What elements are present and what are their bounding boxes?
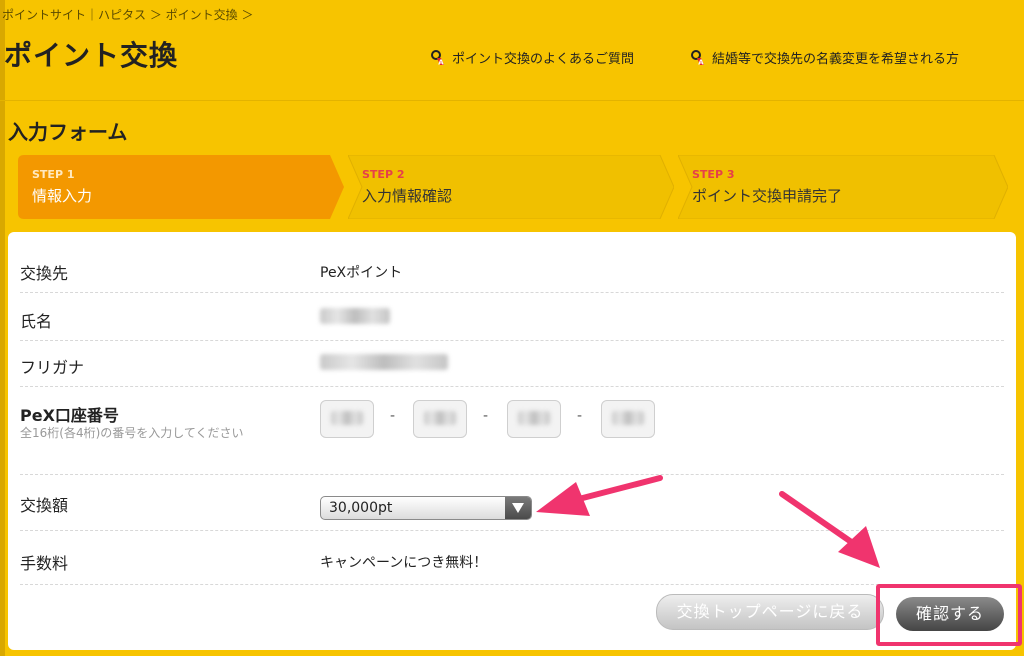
pex-input-2[interactable] bbox=[413, 400, 467, 438]
step-1-name: 情報入力 bbox=[32, 187, 93, 205]
step-1: STEP 1 情報入力 bbox=[18, 155, 344, 219]
exchange-to-value: PeXポイント bbox=[320, 265, 403, 281]
chevron-down-icon[interactable] bbox=[505, 497, 531, 519]
pex-input-1[interactable] bbox=[320, 400, 374, 438]
pex-separator: - bbox=[577, 408, 583, 424]
row-pex-account: PeX口座番号 全16桁(各4桁)の番号を入力してください - - - bbox=[20, 386, 1004, 475]
name-label: 氏名 bbox=[20, 312, 53, 331]
window-edge bbox=[0, 0, 5, 656]
pex-input-4[interactable] bbox=[601, 400, 655, 438]
form-panel: 交換先 PeXポイント 氏名 フリガナ PeX口座番号 全16桁(各4桁)の番号… bbox=[8, 232, 1016, 650]
step-2: STEP 2 入力情報確認 bbox=[348, 155, 674, 219]
step-1-number: STEP 1 bbox=[32, 168, 75, 181]
amount-selected-value: 30,000pt bbox=[329, 500, 393, 516]
furigana-value bbox=[320, 354, 448, 374]
name-change-link[interactable]: A 結婚等で交換先の名義変更を希望される方 bbox=[690, 48, 959, 67]
pex-separator: - bbox=[483, 408, 489, 424]
step-3: STEP 3 ポイント交換申請完了 bbox=[678, 155, 1008, 219]
pex-separator: - bbox=[390, 408, 396, 424]
step-3-number: STEP 3 bbox=[692, 168, 735, 181]
fee-value: キャンペーンにつき無料！ bbox=[320, 555, 488, 571]
section-title: 入力フォーム bbox=[8, 120, 128, 144]
faq-link[interactable]: A ポイント交換のよくあるご質問 bbox=[430, 48, 634, 67]
exchange-to-label: 交換先 bbox=[20, 264, 69, 283]
name-change-link-label: 結婚等で交換先の名義変更を希望される方 bbox=[712, 52, 960, 67]
furigana-label: フリガナ bbox=[20, 358, 85, 377]
name-value bbox=[320, 308, 390, 328]
header-divider bbox=[0, 100, 1024, 101]
row-exchange-to: 交換先 PeXポイント bbox=[20, 248, 1004, 293]
page-title: ポイント交換 bbox=[4, 39, 179, 72]
key-icon: A bbox=[430, 49, 448, 67]
step-2-number: STEP 2 bbox=[362, 168, 405, 181]
svg-text:A: A bbox=[698, 58, 704, 66]
amount-select[interactable]: 30,000pt bbox=[320, 496, 532, 520]
back-to-top-button[interactable]: 交換トップページに戻る bbox=[656, 594, 884, 630]
confirm-button[interactable]: 確認する bbox=[896, 597, 1004, 631]
faq-link-label: ポイント交換のよくあるご質問 bbox=[452, 52, 635, 67]
row-furigana: フリガナ bbox=[20, 340, 1004, 387]
fee-label: 手数料 bbox=[20, 554, 69, 573]
breadcrumb[interactable]: ポイントサイト｜ハピタス ＞ ポイント交換 ＞ bbox=[2, 6, 253, 23]
pex-hint: 全16桁(各4桁)の番号を入力してください bbox=[20, 426, 244, 440]
row-amount: 交換額 30,000pt bbox=[20, 474, 1004, 531]
row-name: 氏名 bbox=[20, 292, 1004, 341]
step-2-name: 入力情報確認 bbox=[362, 187, 453, 205]
svg-text:A: A bbox=[438, 58, 444, 66]
step-indicator: STEP 1 情報入力 STEP 2 入力情報確認 STEP 3 ポイント交換申… bbox=[18, 155, 1008, 220]
key-icon: A bbox=[690, 49, 708, 67]
pex-label: PeX口座番号 bbox=[20, 406, 119, 425]
step-3-name: ポイント交換申請完了 bbox=[692, 187, 843, 205]
pex-input-3[interactable] bbox=[507, 400, 561, 438]
row-fee: 手数料 キャンペーンにつき無料！ bbox=[20, 530, 1004, 585]
amount-label: 交換額 bbox=[20, 496, 69, 515]
